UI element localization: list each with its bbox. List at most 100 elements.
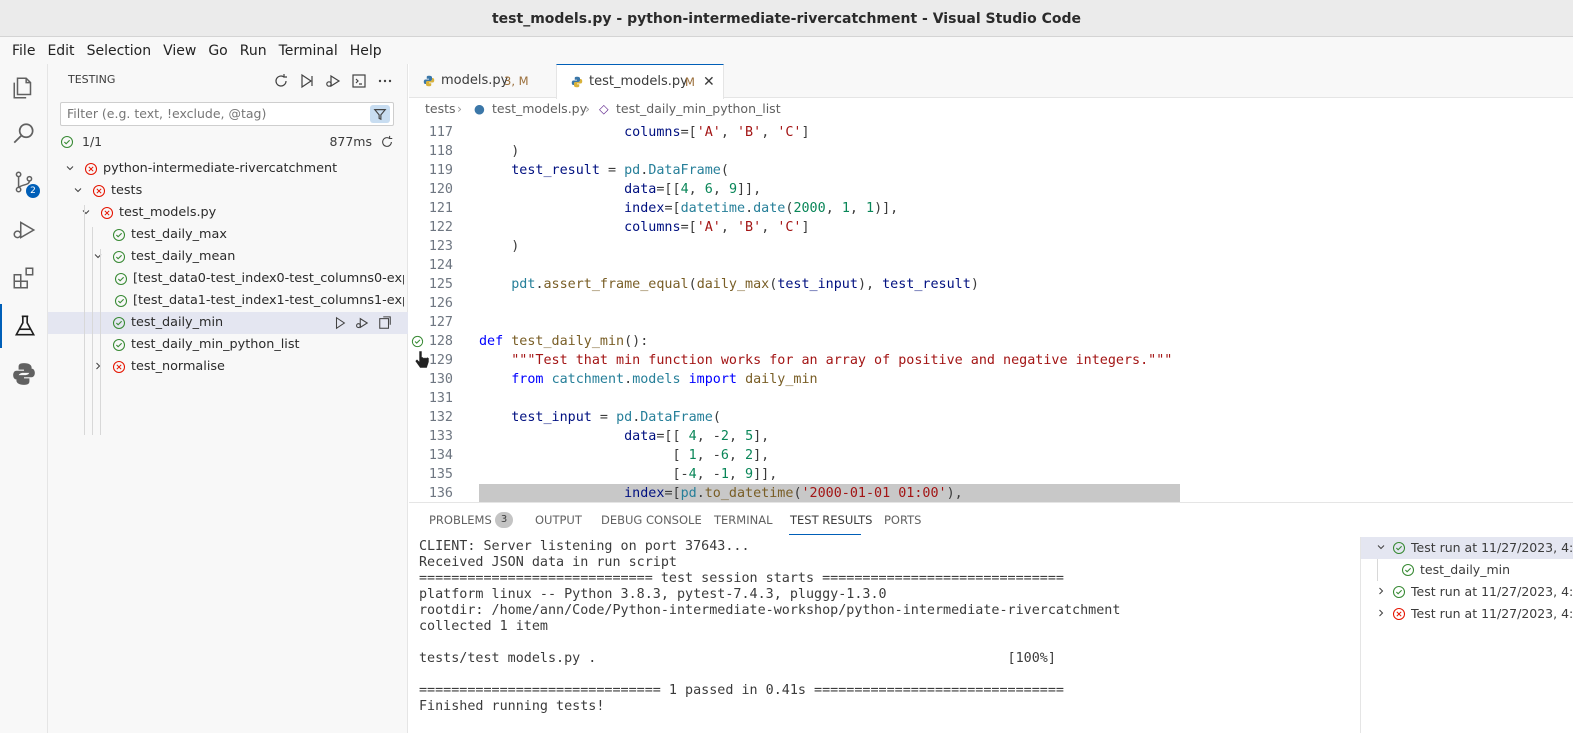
menu-run[interactable]: Run [234, 43, 273, 59]
test-tree-label: [test_data0-test_index0-test_columns0-ex… [133, 271, 404, 286]
code-line[interactable]: 124 [409, 256, 1573, 275]
tab-status: M [685, 75, 695, 89]
chevron-right-icon[interactable] [1375, 607, 1387, 619]
code-line[interactable]: 122 columns=['A', 'B', 'C'] [409, 218, 1573, 237]
test-result-item[interactable]: test_daily_min [1361, 559, 1573, 581]
chevron-right-icon[interactable] [1375, 585, 1387, 597]
code-line[interactable]: 135 [-4, -1, 9]], [409, 465, 1573, 484]
tab-terminal[interactable]: TERMINAL [714, 513, 772, 527]
code-line[interactable]: 118 ) [409, 142, 1573, 161]
code-line[interactable]: 133 data=[[ 4, -2, 5], [409, 427, 1573, 446]
hand-cursor-icon [414, 350, 430, 369]
menu-selection[interactable]: Selection [81, 43, 158, 59]
go-to-test-icon[interactable] [378, 316, 392, 330]
tab-models-py[interactable]: models.py 3, M [409, 64, 555, 98]
code-view[interactable]: 117 columns=['A', 'B', 'C'] 118 ) 119 test… [409, 120, 1573, 502]
code-line[interactable]: 121 index=[datetime.date(2000, 1, 1)], [409, 199, 1573, 218]
code-line[interactable]: 123 ) [409, 237, 1573, 256]
menu-terminal[interactable]: Terminal [273, 43, 344, 59]
source-control-icon[interactable]: 2 [0, 160, 48, 204]
code-line[interactable]: 128 def test_daily_min(): [409, 332, 1573, 351]
passed-icon [112, 228, 126, 242]
code-line[interactable]: 119 test_result = pd.DataFrame( [409, 161, 1573, 180]
tab-ports[interactable]: PORTS [884, 513, 921, 527]
testing-icon[interactable] [0, 304, 48, 348]
code-line[interactable]: 127 [409, 313, 1573, 332]
activity-bar: 2 [0, 64, 48, 733]
refresh-tests-icon[interactable] [272, 72, 290, 90]
search-icon[interactable] [0, 112, 48, 156]
test-tree-label: test_daily_min [131, 315, 224, 330]
test-tree-item[interactable]: test_daily_min_python_list [48, 334, 408, 356]
menu-edit[interactable]: Edit [41, 43, 80, 59]
failed-icon [1392, 607, 1406, 621]
code-text: from catchment.models import daily_min [511, 372, 818, 387]
code-text: data=[[4, 6, 9]], [624, 182, 762, 197]
line-number: 125 [428, 277, 453, 292]
chevron-down-icon[interactable] [92, 250, 104, 262]
chevron-down-icon[interactable] [80, 206, 92, 218]
rerun-icon[interactable] [380, 135, 394, 149]
menu-view[interactable]: View [157, 43, 202, 59]
filter-icon[interactable] [370, 105, 390, 123]
test-tree-label: test_daily_mean [131, 249, 236, 264]
breadcrumb-symbol[interactable]: test_daily_min_python_list [616, 101, 781, 116]
breadcrumb-folder[interactable]: tests [425, 101, 456, 116]
test-tree-item[interactable]: test_models.py [48, 202, 408, 224]
tab-output[interactable]: OUTPUT [535, 513, 582, 527]
test-run-item[interactable]: Test run at 11/27/2023, 4:0 [1361, 581, 1573, 603]
line-number: 119 [428, 163, 453, 178]
menu-file[interactable]: File [6, 43, 41, 59]
line-number: 134 [428, 448, 453, 463]
menu-bar: File Edit Selection View Go Run Terminal… [0, 37, 1573, 64]
test-tree-label: test_models.py [119, 205, 217, 220]
breadcrumb-file[interactable]: test_models.py [492, 101, 587, 116]
test-tree-item[interactable]: [test_data1-test_index1-test_columns1-ex… [48, 290, 408, 312]
menu-help[interactable]: Help [344, 43, 388, 59]
test-tree-item[interactable]: test_daily_mean [48, 246, 408, 268]
code-line[interactable]: 134 [ 1, -6, 2], [409, 446, 1573, 465]
tab-test-models-py[interactable]: test_models.py M ✕ [556, 64, 724, 99]
test-tree-item[interactable]: [test_data0-test_index0-test_columns0-ex… [48, 268, 408, 290]
python-icon[interactable] [0, 352, 48, 396]
debug-test-icon[interactable] [355, 316, 369, 330]
run-debug-icon[interactable] [0, 208, 48, 252]
debug-all-tests-icon[interactable] [324, 72, 342, 90]
tab-label: models.py [441, 73, 509, 88]
explorer-icon[interactable] [0, 66, 48, 110]
passed-icon [1392, 585, 1406, 599]
test-tree-item[interactable]: test_normalise [48, 356, 408, 378]
more-actions-icon[interactable] [376, 72, 394, 90]
menu-go[interactable]: Go [202, 43, 233, 59]
test-output[interactable]: CLIENT: Server listening on port 37643..… [419, 537, 1359, 733]
code-line[interactable]: 129 """Test that min function works for … [409, 351, 1573, 370]
chevron-down-icon[interactable] [64, 162, 76, 174]
tab-debug-console[interactable]: DEBUG CONSOLE [601, 513, 702, 527]
test-tree-item[interactable]: test_daily_min [48, 312, 408, 334]
chevron-down-icon[interactable] [1375, 541, 1387, 553]
show-output-icon[interactable] [350, 72, 368, 90]
chevron-right-icon[interactable] [92, 360, 104, 372]
code-line[interactable]: 120 data=[[4, 6, 9]], [409, 180, 1573, 199]
code-line[interactable]: 125 pdt.assert_frame_equal(daily_max(tes… [409, 275, 1573, 294]
test-run-item[interactable]: Test run at 11/27/2023, 4:0 [1361, 603, 1573, 625]
code-line[interactable]: 136 index=[pd.to_datetime('2000-01-01 01… [409, 484, 1573, 502]
extensions-icon[interactable] [0, 256, 48, 300]
test-tree-item[interactable]: tests [48, 180, 408, 202]
code-line[interactable]: 131 [409, 389, 1573, 408]
code-line[interactable]: 126 [409, 294, 1573, 313]
chevron-down-icon[interactable] [72, 184, 84, 196]
test-filter-input[interactable]: Filter (e.g. text, !exclude, @tag) [60, 102, 394, 126]
tab-problems[interactable]: PROBLEMS [429, 513, 492, 527]
code-text: test_result = pd.DataFrame( [511, 163, 729, 178]
code-line[interactable]: 117 columns=['A', 'B', 'C'] [409, 123, 1573, 142]
test-run-item[interactable]: Test run at 11/27/2023, 4:0 [1361, 537, 1573, 559]
tab-test-results[interactable]: TEST RESULTS [790, 513, 872, 527]
test-tree-item[interactable]: python-intermediate-rivercatchment [48, 158, 408, 180]
test-tree-item[interactable]: test_daily_max [48, 224, 408, 246]
run-all-tests-icon[interactable] [298, 72, 316, 90]
code-line[interactable]: 130 from catchment.models import daily_m… [409, 370, 1573, 389]
close-icon[interactable]: ✕ [703, 65, 715, 99]
run-test-icon[interactable] [333, 316, 347, 330]
code-line[interactable]: 132 test_input = pd.DataFrame( [409, 408, 1573, 427]
